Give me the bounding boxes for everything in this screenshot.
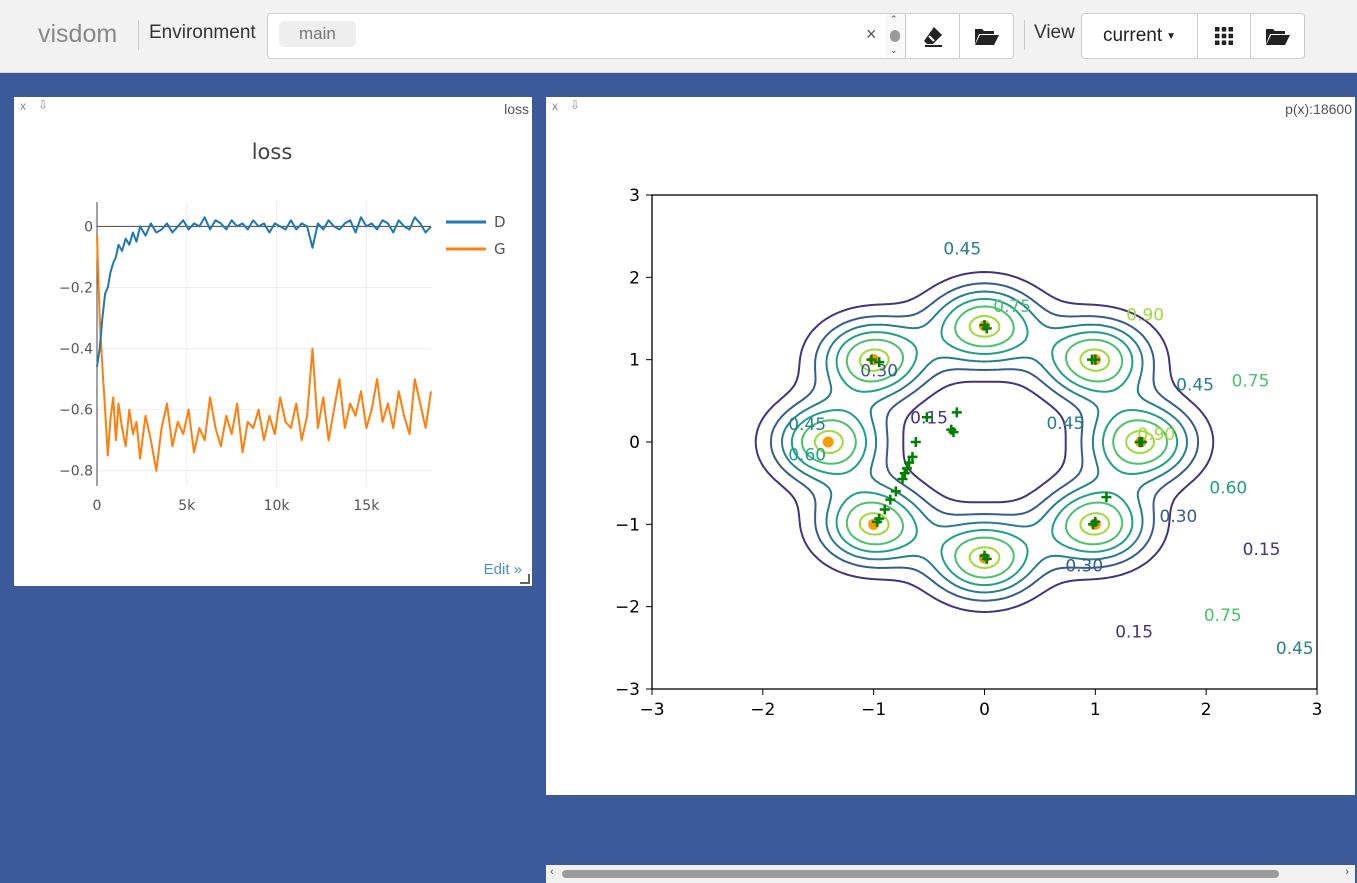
contour-chart: 0.45 0.75 0.90 0.30 0.45 0.75 0.45 0.15 0.45 0.60…	[615, 186, 1323, 720]
y-tick-label: −0.6	[59, 403, 93, 419]
x-tick-label: 0	[979, 700, 990, 720]
grid-icon	[1215, 27, 1233, 45]
environment-select[interactable]: main × ⌃ ⌄	[267, 13, 905, 59]
contour-level-0.75	[800, 305, 1169, 579]
repack-grid-button[interactable]	[1197, 13, 1251, 59]
contour-label: 0.45	[788, 415, 826, 435]
series-line-D	[96, 216, 432, 368]
scroll-thumb[interactable]	[562, 870, 1279, 878]
x-tick-label: −2	[750, 700, 775, 720]
y-tick-label: −0.4	[59, 342, 93, 358]
contour-label: 0.75	[1232, 371, 1270, 391]
clear-environment-button[interactable]: ×	[866, 24, 877, 45]
contour-label: 0.45	[1046, 414, 1084, 434]
x-tick-label: −1	[861, 700, 886, 720]
y-tick-label: −2	[615, 598, 640, 618]
y-tick-label: −3	[615, 680, 640, 700]
environment-scrollbar[interactable]: ⌃ ⌄	[886, 14, 905, 58]
contour-label: 0.45	[1276, 639, 1314, 659]
view-label: View	[1034, 22, 1075, 43]
contour-label: 0.75	[993, 297, 1031, 317]
contour-label: 0.15	[1243, 540, 1281, 560]
edit-link[interactable]: Edit »	[484, 561, 522, 578]
legend-label-G: G	[494, 240, 506, 258]
x-tick-label: 10k	[264, 498, 291, 514]
contour-pane[interactable]: x ⇩ p(x):18600 0.45 0.75 0.90 0.30 0.45 0.75 0…	[546, 97, 1355, 883]
y-tick-label: −0.2	[59, 281, 93, 297]
contour-label: 0.30	[1065, 557, 1103, 577]
environment-label: Environment	[149, 22, 256, 43]
contour-label: 0.60	[788, 445, 826, 465]
contour-label: 0.75	[1204, 606, 1242, 626]
x-tick-label: 3	[1312, 700, 1323, 720]
y-tick-label: −0.8	[59, 464, 93, 480]
clear-env-eraser-button[interactable]	[905, 13, 960, 59]
caret-down-icon: ▼	[1166, 30, 1177, 42]
loss-chart: loss 0 −0.2 −0.4 −0.6 −0.8 0 5k 10k 15k DG	[59, 140, 506, 514]
contour-label: 0.60	[1209, 478, 1247, 498]
y-tick-label: 0	[84, 219, 93, 235]
sample-marker	[951, 407, 962, 418]
sample-marker	[890, 486, 901, 497]
chart-title: loss	[252, 140, 293, 164]
x-tick-label: 5k	[178, 498, 196, 514]
app-logo: visdom	[38, 20, 118, 48]
divider	[138, 20, 139, 50]
y-tick-label: 0	[629, 433, 640, 453]
y-tick-label: −1	[615, 515, 640, 535]
environment-chip-main[interactable]: main	[279, 21, 356, 47]
contour-label: 0.15	[1115, 622, 1153, 642]
chevron-up-icon[interactable]: ⌃	[890, 14, 898, 25]
top-bar: visdom Environment main × ⌃ ⌄ View curre…	[0, 0, 1357, 73]
divider	[1024, 20, 1025, 50]
scroll-right-icon[interactable]: ›	[1345, 866, 1349, 878]
resize-handle[interactable]	[520, 574, 530, 584]
y-tick-label: 1	[629, 351, 640, 371]
eraser-icon	[923, 27, 942, 47]
x-tick-label: 15k	[353, 498, 380, 514]
mode-marker	[822, 436, 834, 448]
x-tick-label: 2	[1201, 700, 1212, 720]
y-tick-label: 3	[629, 186, 640, 206]
series-line-G	[96, 235, 432, 472]
folder-open-icon	[1265, 29, 1290, 45]
contour-label: 0.45	[1176, 375, 1214, 395]
scroll-left-icon[interactable]: ‹	[550, 866, 554, 878]
contour-label: 0.45	[943, 240, 981, 260]
x-tick-label: 0	[93, 498, 102, 514]
sample-marker	[910, 437, 921, 447]
x-tick-label: −3	[639, 700, 664, 720]
contour-label: 0.30	[1160, 507, 1198, 527]
view-select-value: current	[1102, 25, 1163, 46]
scroll-thumb[interactable]	[890, 30, 900, 42]
contour-level-0.6	[790, 297, 1179, 587]
horizontal-scrollbar[interactable]: ‹ ›	[546, 865, 1355, 883]
legend-label-D: D	[494, 213, 506, 231]
folder-open-icon	[974, 29, 999, 45]
view-select[interactable]: current ▼	[1081, 13, 1198, 59]
x-tick-label: 1	[1090, 700, 1101, 720]
manage-views-button[interactable]	[1250, 13, 1305, 59]
manage-env-button[interactable]	[959, 13, 1014, 59]
loss-pane[interactable]: x ⇩ loss loss 0 −0.2 −0.4 −0.6 −0.8 0 5k 10k 15k…	[14, 97, 532, 586]
contour-label: 0.90	[1126, 305, 1164, 325]
y-tick-label: 2	[629, 268, 640, 288]
chevron-down-icon[interactable]: ⌄	[890, 45, 898, 56]
